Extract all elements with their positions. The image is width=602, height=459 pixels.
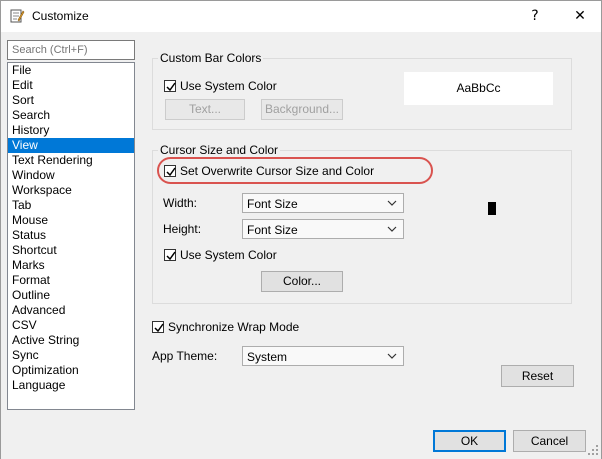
overwrite-cursor-label: Set Overwrite Cursor Size and Color [180, 164, 375, 178]
sync-wrap-checkbox[interactable] [152, 321, 164, 333]
category-item[interactable]: Format [8, 273, 134, 288]
width-select[interactable]: Font Size [242, 193, 404, 213]
height-select[interactable]: Font Size [242, 219, 404, 239]
category-item[interactable]: Marks [8, 258, 134, 273]
category-item[interactable]: Tab [8, 198, 134, 213]
category-item[interactable]: Mouse [8, 213, 134, 228]
app-theme-value: System [247, 350, 288, 364]
help-button[interactable]: ? [522, 5, 548, 27]
cursor-size-color-title: Cursor Size and Color [158, 143, 281, 157]
app-theme-select[interactable]: System [242, 346, 404, 366]
category-item[interactable]: Sort [8, 93, 134, 108]
category-item[interactable]: View [8, 138, 134, 153]
customize-dialog: Customize ? ✕ FileEditSortSearchHistoryV… [0, 0, 602, 459]
category-item[interactable]: File [8, 63, 134, 78]
resize-grip-icon[interactable] [587, 444, 599, 456]
category-item[interactable]: Sync [8, 348, 134, 363]
reset-button[interactable]: Reset [501, 365, 574, 387]
category-item[interactable]: Outline [8, 288, 134, 303]
chevron-down-icon [387, 200, 397, 206]
category-item[interactable]: Advanced [8, 303, 134, 318]
category-item[interactable]: History [8, 123, 134, 138]
app-theme-label: App Theme: [152, 349, 218, 363]
category-item[interactable]: Status [8, 228, 134, 243]
category-item[interactable]: Text Rendering [8, 153, 134, 168]
category-item[interactable]: Language [8, 378, 134, 393]
category-item[interactable]: CSV [8, 318, 134, 333]
bar-use-system-color-checkbox[interactable] [164, 80, 176, 92]
bar-use-system-color-label: Use System Color [180, 79, 277, 93]
category-item[interactable]: Active String [8, 333, 134, 348]
background-color-button[interactable]: Background... [261, 99, 343, 120]
chevron-down-icon [387, 353, 397, 359]
title-bar: Customize ? ✕ [1, 1, 601, 32]
chevron-down-icon [387, 226, 397, 232]
category-item[interactable]: Window [8, 168, 134, 183]
cancel-button[interactable]: Cancel [513, 430, 586, 452]
dialog-footer [1, 419, 601, 459]
cursor-use-system-color-checkbox[interactable] [164, 249, 176, 261]
category-list[interactable]: File Edit Sort Search History View Text Render… [7, 62, 135, 410]
width-label: Width: [163, 196, 198, 210]
category-item[interactable]: Shortcut [8, 243, 134, 258]
category-item[interactable]: Edit [8, 78, 134, 93]
cursor-color-button[interactable]: Color... [261, 271, 343, 292]
overwrite-cursor-checkbox[interactable] [164, 165, 176, 177]
category-item[interactable]: Search [8, 108, 134, 123]
text-color-button[interactable]: Text... [165, 99, 245, 120]
close-button[interactable]: ✕ [567, 5, 593, 27]
ok-button[interactable]: OK [433, 430, 506, 452]
category-item[interactable]: Workspace [8, 183, 134, 198]
app-icon [9, 8, 25, 24]
cursor-preview [488, 202, 496, 215]
search-input[interactable] [7, 40, 135, 60]
sync-wrap-label: Synchronize Wrap Mode [168, 320, 300, 334]
height-label: Height: [163, 222, 202, 236]
window-title: Customize [32, 9, 89, 23]
category-item[interactable]: Optimization [8, 363, 134, 378]
color-preview: AaBbCc [404, 72, 553, 105]
custom-bar-colors-title: Custom Bar Colors [158, 51, 264, 65]
cursor-use-system-color-label: Use System Color [180, 248, 277, 262]
height-select-value: Font Size [247, 223, 298, 237]
width-select-value: Font Size [247, 197, 298, 211]
